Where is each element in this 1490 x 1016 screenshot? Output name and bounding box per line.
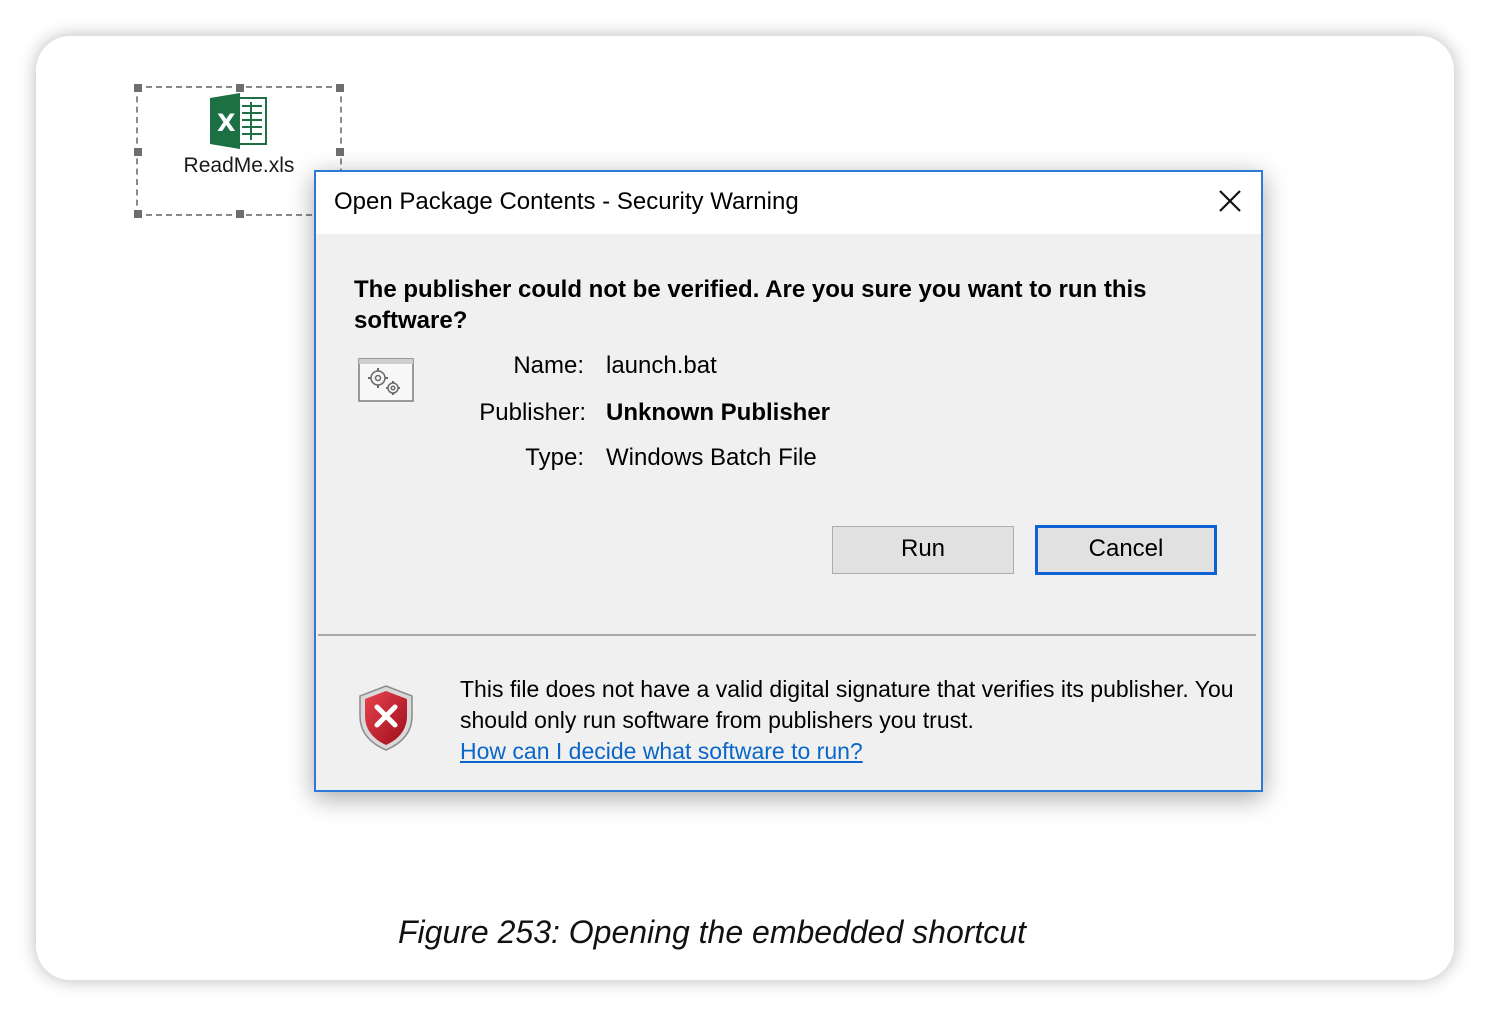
name-value: launch.bat [606,352,717,379]
close-icon[interactable] [1213,184,1247,218]
resize-handle[interactable] [236,84,244,92]
resize-handle[interactable] [236,210,244,218]
resize-handle[interactable] [336,84,344,92]
security-warning-dialog: Open Package Contents - Security Warning… [314,170,1263,792]
run-button[interactable]: Run [832,526,1014,574]
warning-message: This file does not have a valid digital … [460,674,1240,767]
svg-text:X: X [217,109,236,137]
publisher-value: Unknown Publisher [606,399,831,426]
resize-handle[interactable] [134,210,142,218]
security-shield-error-icon [359,685,413,751]
type-label: Type: [525,444,584,471]
type-value: Windows Batch File [606,444,817,471]
name-label: Name: [513,352,584,379]
dialog-titlebar[interactable]: Open Package Contents - Security Warning [316,172,1261,234]
cancel-button[interactable]: Cancel [1035,525,1217,575]
help-link[interactable]: How can I decide what software to run? [460,738,863,764]
warning-text: This file does not have a valid digital … [460,676,1234,733]
resize-handle[interactable] [134,84,142,92]
embedded-file-object[interactable]: X ReadMe.xls [134,84,344,218]
publisher-label: Publisher: [479,399,586,426]
excel-icon: X [210,93,267,149]
embedded-file-label: ReadMe.xls [183,154,295,177]
dialog-separator [318,634,1256,636]
figure-caption: Figure 253: Opening the embedded shortcu… [398,914,1026,950]
dialog-headline: The publisher could not be verified. Are… [354,276,1147,334]
dialog-title: Open Package Contents - Security Warning [334,188,799,215]
